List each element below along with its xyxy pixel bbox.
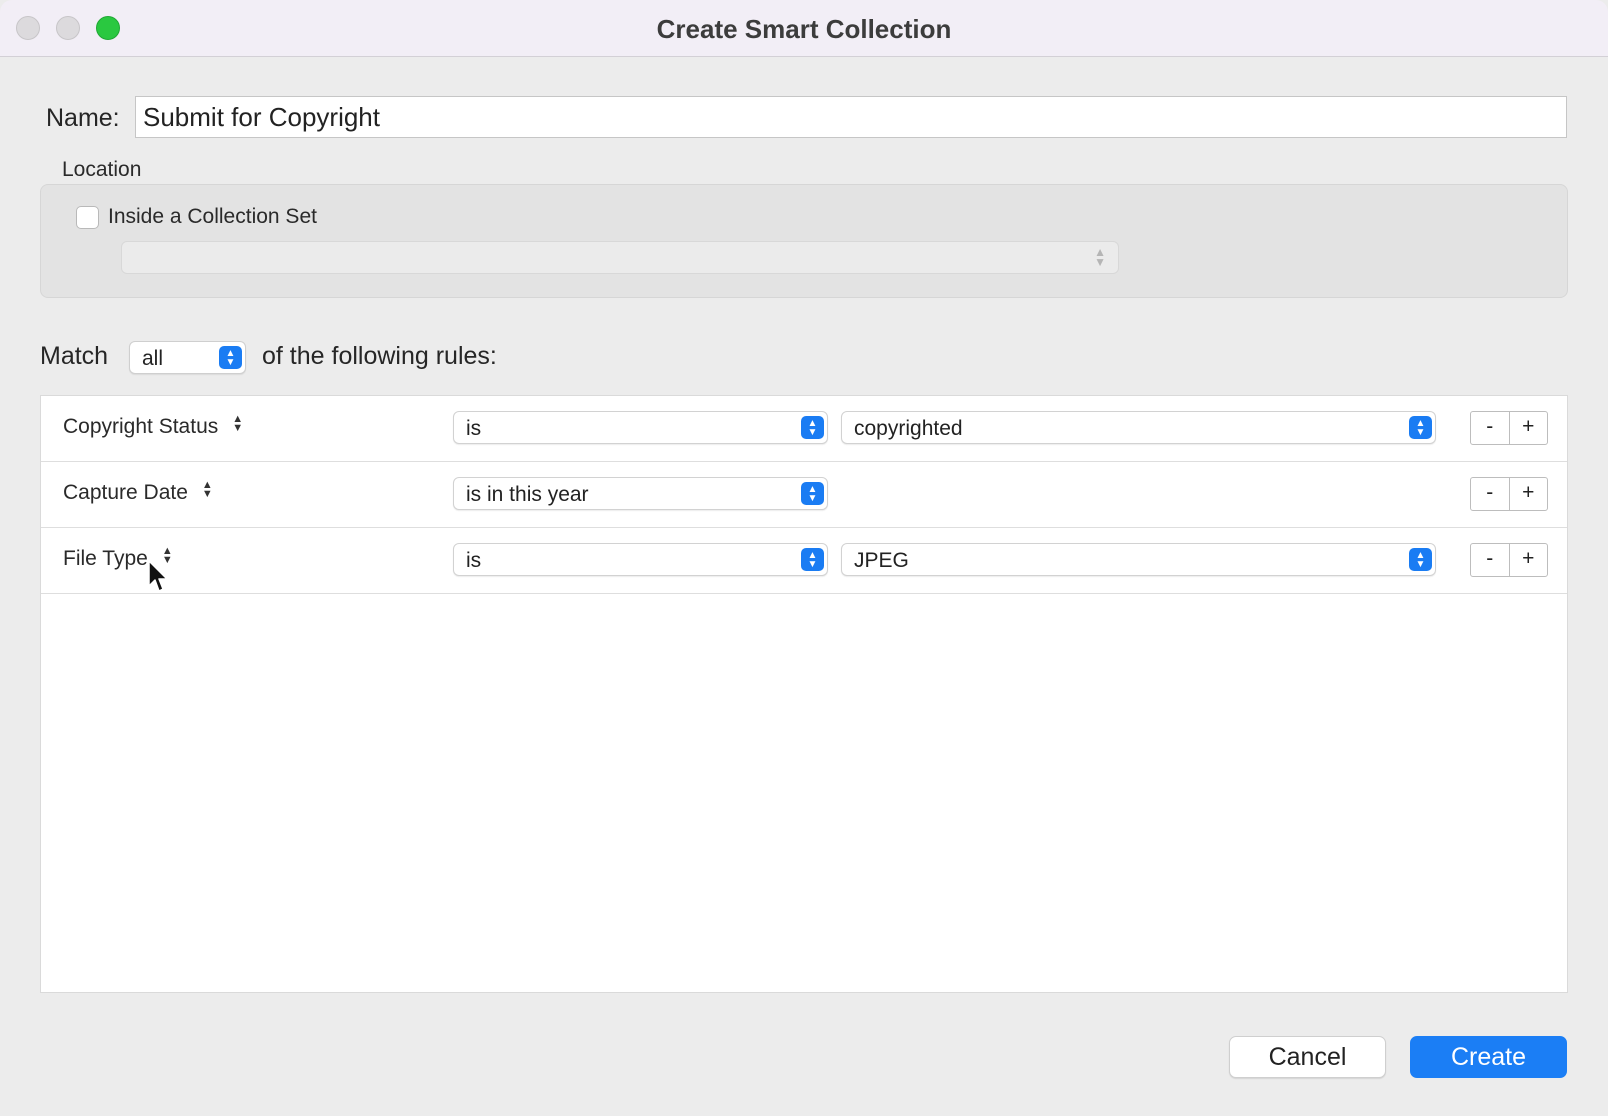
rule-field-label: File Type: [63, 547, 148, 570]
rule-add-remove-buttons: - +: [1470, 411, 1548, 445]
add-rule-button[interactable]: +: [1510, 478, 1548, 510]
rule-operator-select[interactable]: is ▲ ▼: [453, 411, 828, 444]
rule-value-select[interactable]: copyrighted ▲ ▼: [841, 411, 1436, 444]
inside-collection-set-checkbox[interactable]: [76, 206, 99, 229]
add-rule-button[interactable]: +: [1510, 544, 1548, 576]
title-bar: Create Smart Collection: [0, 0, 1608, 57]
rule-operator-select[interactable]: is in this year ▲ ▼: [453, 477, 828, 510]
up-down-arrows-icon: ▲ ▼: [232, 413, 244, 435]
match-mode-select[interactable]: all ▲ ▼: [129, 341, 246, 374]
rule-value-select[interactable]: JPEG ▲ ▼: [841, 543, 1436, 576]
rule-operator-value: is in this year: [466, 483, 589, 506]
remove-rule-button[interactable]: -: [1471, 412, 1510, 444]
popup-arrows-icon: ▲ ▼: [1409, 548, 1432, 571]
add-rule-button[interactable]: +: [1510, 412, 1548, 444]
rule-value: copyrighted: [854, 417, 963, 440]
rule-operator-select[interactable]: is ▲ ▼: [453, 543, 828, 576]
rule-field-label: Copyright Status: [63, 415, 219, 438]
location-label: Location: [62, 158, 142, 181]
collection-set-select: ▲ ▼: [121, 241, 1119, 274]
window-title: Create Smart Collection: [656, 14, 952, 44]
match-label: Match: [40, 342, 109, 370]
rule-operator-value: is: [466, 549, 482, 572]
remove-rule-button[interactable]: -: [1471, 544, 1510, 576]
popup-arrows-icon: ▲ ▼: [801, 416, 824, 439]
rule-field-label: Capture Date: [63, 481, 188, 504]
popup-arrows-icon: ▲ ▼: [801, 548, 824, 571]
match-suffix-label: of the following rules:: [262, 342, 497, 370]
popup-arrows-icon: ▲ ▼: [1409, 416, 1432, 439]
rule-row: Copyright Status ▲ ▼ is ▲ ▼ copyrighted ▲ ▼ …: [41, 396, 1567, 462]
rule-field-select[interactable]: Copyright Status ▲ ▼: [63, 413, 244, 439]
popup-arrows-icon: ▲ ▼: [219, 346, 242, 369]
cancel-button[interactable]: Cancel: [1229, 1036, 1386, 1078]
rules-list: Copyright Status ▲ ▼ is ▲ ▼ copyrighted ▲ ▼ …: [40, 395, 1568, 993]
popup-arrows-icon: ▲ ▼: [801, 482, 824, 505]
inside-collection-set-label[interactable]: Inside a Collection Set: [108, 205, 317, 229]
up-down-arrows-icon: ▲ ▼: [201, 479, 213, 501]
match-mode-value: all: [142, 347, 164, 370]
rule-add-remove-buttons: - +: [1470, 477, 1548, 511]
rule-add-remove-buttons: - +: [1470, 543, 1548, 577]
rule-operator-value: is: [466, 417, 482, 440]
rule-value: JPEG: [854, 549, 909, 572]
create-button[interactable]: Create: [1410, 1036, 1567, 1078]
rule-row: File Type ▲ ▼ is ▲ ▼ JPEG ▲ ▼ - +: [41, 528, 1567, 594]
rule-field-select[interactable]: Capture Date ▲ ▼: [63, 479, 213, 505]
mouse-pointer-icon: [148, 560, 168, 592]
name-label: Name:: [46, 104, 120, 132]
collection-name-input[interactable]: [135, 96, 1567, 138]
dialog-window: Create Smart Collection Name: Location I…: [0, 0, 1608, 1116]
remove-rule-button[interactable]: -: [1471, 478, 1510, 510]
chevron-updown-icon: ▲ ▼: [1094, 245, 1106, 269]
rule-row: Capture Date ▲ ▼ is in this year ▲ ▼ - +: [41, 462, 1567, 528]
